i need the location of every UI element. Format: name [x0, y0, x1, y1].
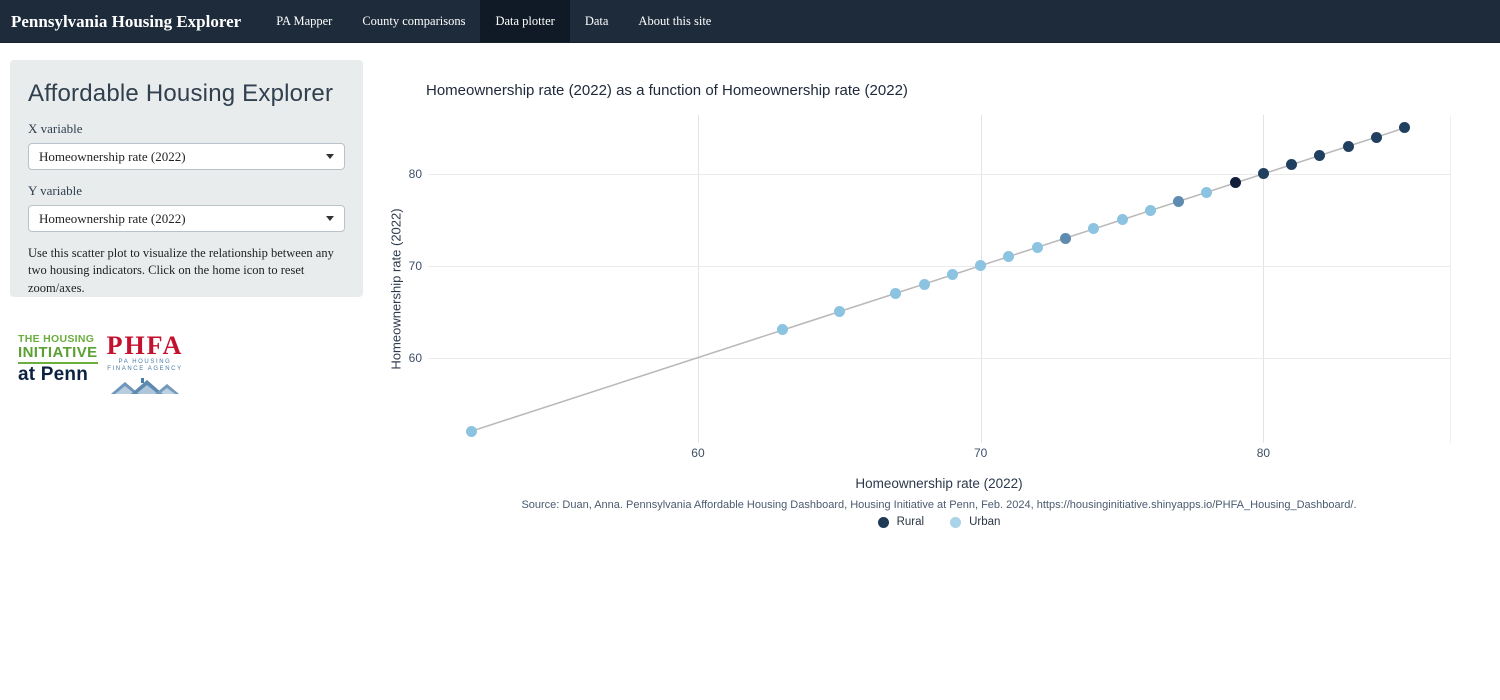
scatter-point-rural-urban[interactable]: [1173, 196, 1184, 207]
nav-item-data-plotter[interactable]: Data plotter: [480, 0, 569, 42]
legend-item-rural[interactable]: Rural: [878, 516, 924, 528]
scatter-point-urban[interactable]: [1032, 242, 1043, 253]
scatter-point-urban[interactable]: [1145, 205, 1156, 216]
legend-label: Urban: [969, 516, 1000, 528]
scatter-point-urban[interactable]: [919, 279, 930, 290]
nav-item-pa-mapper[interactable]: PA Mapper: [261, 0, 347, 42]
y-variable-value: Homeownership rate (2022): [39, 211, 186, 227]
hip-logo-line3: at Penn: [18, 364, 98, 386]
plot-right-edge: [1450, 115, 1451, 443]
scatter-point-urban[interactable]: [1201, 187, 1212, 198]
phfa-subtitle-line2: FINANCE AGENCY: [107, 366, 182, 374]
scatter-point-urban[interactable]: [834, 306, 845, 317]
x-axis-title: Homeownership rate (2022): [428, 476, 1450, 491]
x-variable-select[interactable]: Homeownership rate (2022): [28, 143, 345, 170]
nav-item-data[interactable]: Data: [570, 0, 624, 42]
legend-label: Rural: [897, 516, 924, 528]
phfa-roofline-icon: [111, 374, 179, 394]
phfa-logo: PHFA PA HOUSING FINANCE AGENCY: [107, 334, 184, 394]
sidebar-title: Affordable Housing Explorer: [28, 80, 345, 108]
phfa-acronym: PHFA: [107, 334, 184, 359]
scatter-point-rural-urban[interactable]: [1060, 233, 1071, 244]
navbar-menu: PA Mapper County comparisons Data plotte…: [261, 0, 726, 42]
navbar: Pennsylvania Housing Explorer PA Mapper …: [0, 0, 1500, 43]
housing-initiative-at-penn-logo: THE HOUSING INITIATIVE at Penn: [18, 334, 98, 386]
y-variable-label: Y variable: [28, 183, 345, 199]
chart-title: Homeownership rate (2022) as a function …: [426, 82, 908, 99]
nav-item-about-this-site[interactable]: About this site: [623, 0, 726, 42]
hip-logo-line2: INITIATIVE: [18, 345, 98, 364]
x-tick-label: 70: [974, 446, 987, 460]
legend-dot-urban: [950, 517, 961, 528]
chart-legend: Rural Urban: [428, 516, 1450, 528]
y-tick-label: 60: [392, 351, 422, 365]
scatter-point-rural[interactable]: [1343, 141, 1354, 152]
chevron-down-icon: [326, 154, 334, 159]
x-tick-label: 60: [691, 446, 704, 460]
scatter-point-urban[interactable]: [466, 426, 477, 437]
legend-dot-rural: [878, 517, 889, 528]
y-tick-label: 80: [392, 167, 422, 181]
y-tick-label: 70: [392, 259, 422, 273]
x-variable-label: X variable: [28, 121, 345, 137]
sidebar-panel: Affordable Housing Explorer X variable H…: [10, 60, 363, 297]
y-axis-title: Homeownership rate (2022): [389, 208, 404, 369]
logo-row: THE HOUSING INITIATIVE at Penn PHFA PA H…: [18, 334, 183, 394]
sidebar-helper-text: Use this scatter plot to visualize the r…: [28, 245, 345, 297]
chart-source-citation: Source: Duan, Anna. Pennsylvania Afforda…: [428, 499, 1450, 511]
legend-item-urban[interactable]: Urban: [950, 516, 1000, 528]
chevron-down-icon: [326, 216, 334, 221]
phfa-subtitle-line1: PA HOUSING: [119, 359, 172, 367]
x-tick-label: 80: [1257, 446, 1270, 460]
x-variable-value: Homeownership rate (2022): [39, 149, 186, 165]
y-variable-select[interactable]: Homeownership rate (2022): [28, 205, 345, 232]
app-title: Pennsylvania Housing Explorer: [0, 0, 261, 42]
scatter-point-rural[interactable]: [1371, 132, 1382, 143]
nav-item-county-comparisons[interactable]: County comparisons: [347, 0, 480, 42]
scatter-point-urban[interactable]: [1117, 214, 1128, 225]
